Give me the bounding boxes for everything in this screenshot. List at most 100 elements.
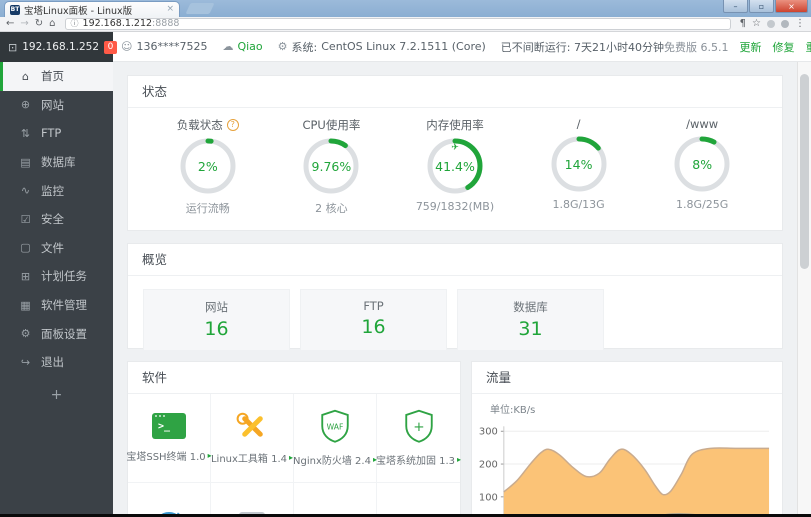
- browser-menu-icon[interactable]: ⋮: [795, 19, 805, 29]
- user-icon: ☺: [121, 40, 133, 53]
- minimize-button[interactable]: –: [723, 0, 748, 13]
- logout-icon: ↪: [20, 355, 31, 369]
- info-icon[interactable]: ⓘ: [71, 20, 79, 28]
- system-value: CentOS Linux 7.2.1511 (Core): [321, 40, 486, 53]
- sidebar-item-database[interactable]: ▤ 数据库: [0, 148, 113, 177]
- key-icon[interactable]: ¶: [740, 19, 746, 29]
- gauges-row: 负载状态? 2% 运行流畅 CPU使用率 9.76% 2 核心 内存使用率 ✈ …: [128, 108, 782, 216]
- bookmark-star-icon[interactable]: ☆: [752, 19, 761, 29]
- extension-icon[interactable]: [781, 20, 789, 28]
- status-card: 状态 负载状态? 2% 运行流畅 CPU使用率 9.76% 2 核心 内存使用率: [127, 75, 783, 231]
- panel-header-right: ☺ 136****7525 ☁ Qiao ⚙ 系统: CentOS Linux …: [113, 32, 811, 61]
- tab-close-icon[interactable]: ×: [166, 5, 174, 14]
- extension-icon[interactable]: [767, 20, 775, 28]
- maximize-button[interactable]: ▫: [749, 0, 774, 13]
- repair-link[interactable]: 修复: [772, 39, 794, 55]
- browser-toolbar: ← → ↻ ⌂ ⓘ 192.168.1.212:8888 ¶ ☆ ⋮: [0, 17, 811, 32]
- software-item-nginx-waf[interactable]: WAF Nginx防火墙 2.4 ▸: [293, 394, 377, 483]
- terminal-icon: >_: [152, 413, 186, 439]
- back-icon[interactable]: ←: [6, 19, 14, 29]
- settings-gear-icon: ⚙: [20, 327, 31, 341]
- folder-icon: ▢: [20, 241, 31, 255]
- gauge-load-value: 2%: [197, 158, 218, 174]
- new-tab-button[interactable]: [185, 3, 215, 14]
- svg-text:200: 200: [479, 460, 498, 471]
- monitor-chart-icon: ∿: [20, 184, 31, 198]
- cloud-icon: ☁: [222, 40, 234, 53]
- grid-icon: ▦: [20, 298, 31, 312]
- server-ip: 192.168.1.252: [22, 41, 100, 53]
- home-icon: ⌂: [22, 69, 29, 83]
- gauge-disk-www: /www 8% 1.8G/25G: [643, 117, 761, 216]
- uptime-text: 已不间断运行: 7天21小时40分钟: [500, 40, 664, 54]
- software-item-ssh-terminal[interactable]: >_ 宝塔SSH终端 1.0 ▸: [126, 394, 212, 483]
- overview-card-title: 概览: [128, 244, 782, 276]
- traffic-unit-label: 单位:KB/s: [490, 405, 536, 416]
- gauge-memory-value: 41.4%: [435, 158, 475, 174]
- help-icon[interactable]: ?: [226, 119, 239, 131]
- gear-icon: ⚙: [277, 40, 288, 53]
- sidebar-item-ftp[interactable]: ⇅ FTP: [0, 119, 113, 148]
- traffic-card: 流量 单位:KB/s 300 200 100: [471, 361, 783, 517]
- shield-plus-icon: +: [404, 409, 433, 443]
- system-label: 系统:: [291, 40, 318, 54]
- window-controls: – ▫ ×: [722, 0, 808, 13]
- scrollbar[interactable]: ▴: [797, 32, 811, 517]
- scrollbar-thumb[interactable]: [800, 74, 809, 269]
- toolbox-icon: [234, 411, 270, 441]
- forward-icon[interactable]: →: [20, 19, 28, 29]
- database-icon: ▤: [20, 155, 31, 169]
- gauge-disk-root: / 14% 1.8G/13G: [520, 117, 638, 216]
- sidebar-add-button[interactable]: +: [0, 382, 113, 408]
- browser-home-icon[interactable]: ⌂: [49, 19, 55, 29]
- restart-link[interactable]: 重启: [805, 39, 811, 55]
- account-number: 136****7525: [136, 40, 208, 53]
- overview-box-ftp[interactable]: FTP 16: [300, 289, 447, 351]
- schedule-icon: ⊞: [20, 269, 31, 283]
- gauge-disk-www-value: 8%: [692, 156, 713, 172]
- overview-box-databases[interactable]: 数据库 31: [457, 289, 604, 351]
- browser-titlebar: BT 宝塔Linux面板 - Linux版 × – ▫ ×: [0, 0, 811, 17]
- svg-text:300: 300: [479, 427, 498, 438]
- sidebar-item-home[interactable]: ⌂ 首页: [0, 62, 113, 91]
- globe-icon: ⊕: [20, 98, 31, 112]
- gauge-memory: 内存使用率 ✈ 41.4% 759/1832(MB): [415, 118, 495, 213]
- close-button[interactable]: ×: [775, 0, 808, 13]
- traffic-card-title: 流量: [472, 362, 782, 394]
- status-card-title: 状态: [128, 76, 782, 108]
- sidebar-item-files[interactable]: ▢ 文件: [0, 234, 113, 263]
- sidebar-item-software[interactable]: ▦ 软件管理: [0, 291, 113, 320]
- software-item-system-hardening[interactable]: + 宝塔系统加固 1.3 ▸: [376, 394, 461, 483]
- overview-card: 概览 网站 16 FTP 16 数据库 31: [127, 243, 783, 351]
- url-text: 192.168.1.212:8888: [82, 18, 180, 30]
- sidebar-item-logout[interactable]: ↪ 退出: [0, 348, 113, 377]
- server-ip-block[interactable]: ⊡ 192.168.1.252 0: [0, 32, 118, 62]
- svg-text:+: +: [413, 419, 424, 435]
- sidebar-item-settings[interactable]: ⚙ 面板设置: [0, 319, 113, 348]
- monitor-icon: ⊡: [8, 40, 18, 54]
- cloud-name: Qiao: [237, 40, 263, 53]
- software-item-5[interactable]: [128, 483, 211, 517]
- version-text: 免费版 6.5.1: [663, 40, 729, 54]
- software-card: 软件 >_ 宝塔SSH终端 1.0 ▸ Linux工具箱 1.4 ▸ WAF Ngi…: [126, 361, 461, 517]
- software-item-6[interactable]: [211, 483, 294, 517]
- update-link[interactable]: 更新: [739, 39, 761, 55]
- sidebar-item-monitor[interactable]: ∿ 监控: [0, 176, 113, 205]
- sidebar-item-website[interactable]: ⊕ 网站: [0, 91, 113, 120]
- overview-box-websites[interactable]: 网站 16: [143, 289, 290, 351]
- main-content: 状态 负载状态? 2% 运行流畅 CPU使用率 9.76% 2 核心 内存使用率: [113, 62, 797, 517]
- cloud-group[interactable]: ☁ Qiao: [222, 40, 262, 53]
- account-group[interactable]: ☺ 136****7525: [121, 40, 207, 53]
- waf-shield-icon: WAF: [321, 409, 349, 443]
- address-bar[interactable]: ⓘ 192.168.1.212:8888: [64, 18, 731, 30]
- sidebar-item-cron[interactable]: ⊞ 计划任务: [0, 262, 113, 291]
- gauge-disk-root-value: 14%: [564, 156, 593, 172]
- svg-text:WAF: WAF: [327, 422, 344, 431]
- gauge-load: 负载状态? 2% 运行流畅: [149, 117, 267, 216]
- sidebar-item-security[interactable]: ☑ 安全: [0, 205, 113, 234]
- screen: BT 宝塔Linux面板 - Linux版 × – ▫ × ← → ↻ ⌂ ⓘ …: [0, 0, 811, 517]
- software-item-linux-toolbox[interactable]: Linux工具箱 1.4 ▸: [211, 394, 294, 483]
- software-card-title: 软件: [128, 362, 460, 394]
- reload-icon[interactable]: ↻: [35, 19, 43, 29]
- browser-tab[interactable]: BT 宝塔Linux面板 - Linux版 ×: [4, 1, 180, 17]
